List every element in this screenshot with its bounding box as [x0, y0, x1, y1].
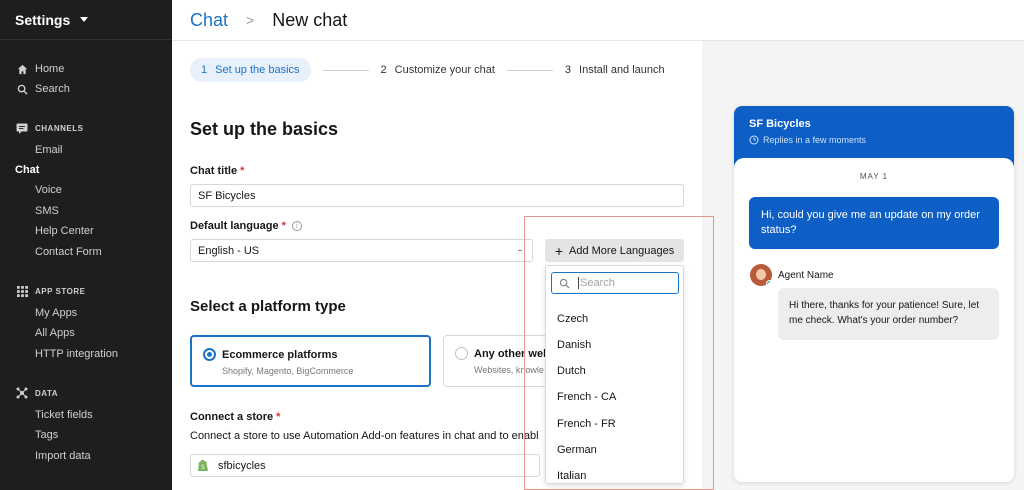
select-caret-icon: [518, 250, 522, 251]
breadcrumb-chat-link[interactable]: Chat: [190, 10, 228, 31]
agent-avatar: [750, 264, 772, 286]
data-section-title: DATA: [16, 385, 58, 401]
step-2[interactable]: 2 Customize your chat: [381, 58, 495, 82]
data-nodes-icon: [16, 387, 28, 399]
chat-widget-preview: SF Bicycles Replies in a few moments MAY…: [734, 106, 1014, 482]
highlight-annotation: [524, 216, 714, 490]
search-icon: [16, 83, 28, 95]
chevron-right-icon: >: [246, 12, 255, 28]
platform-card-ecommerce[interactable]: Ecommerce platforms Shopify, Magento, Bi…: [190, 335, 431, 387]
required-mark: *: [276, 411, 281, 423]
sidebar-item-contact-form[interactable]: Contact Form: [35, 243, 102, 261]
sidebar-item-help-center[interactable]: Help Center: [35, 222, 94, 240]
info-icon[interactable]: i: [291, 221, 302, 231]
sidebar-item-home[interactable]: Home: [16, 60, 64, 78]
connect-store-help: Connect a store to use Automation Add-on…: [190, 430, 538, 442]
page-header: Chat > New chat: [172, 0, 1024, 41]
step-3[interactable]: 3 Install and launch: [565, 58, 665, 82]
store-select[interactable]: S sfbicycles: [190, 454, 540, 477]
default-language-label: Default language * i: [190, 220, 302, 232]
sidebar-item-label: Search: [35, 83, 70, 95]
message-date: MAY 1: [859, 172, 889, 181]
sidebar-item-http-integration[interactable]: HTTP integration: [35, 345, 118, 363]
caret-down-icon: [80, 17, 89, 22]
step-1[interactable]: 1 Set up the basics: [190, 58, 311, 82]
sidebar-item-email[interactable]: Email: [35, 141, 63, 159]
chat-bubble-icon: [16, 122, 28, 134]
agent-name: Agent Name: [778, 270, 834, 281]
section-heading: Set up the basics: [190, 119, 339, 139]
sidebar-item-search[interactable]: Search: [16, 80, 70, 98]
sidebar-item-ticket-fields[interactable]: Ticket fields: [35, 406, 93, 424]
page-title: New chat: [272, 9, 348, 30]
avatar-face: [756, 269, 766, 280]
sidebar-item-sms[interactable]: SMS: [35, 202, 59, 220]
sidebar-item-chat[interactable]: Chat: [15, 161, 39, 179]
chat-widget-body: MAY 1 Hi, could you give me an update on…: [734, 158, 1014, 482]
customer-message: Hi, could you give me an update on my or…: [749, 197, 999, 249]
grid-icon: [16, 285, 28, 297]
sidebar-item-import-data[interactable]: Import data: [35, 447, 91, 465]
online-status-dot: [766, 280, 772, 286]
step-divider: [322, 69, 369, 71]
sidebar-item-all-apps[interactable]: All Apps: [35, 324, 75, 342]
default-language-select[interactable]: English - US: [190, 239, 533, 262]
settings-title: Settings: [15, 11, 71, 28]
sidebar-item-label: Home: [35, 63, 65, 75]
appstore-section-title: APP STORE: [16, 283, 85, 299]
sidebar-item-my-apps[interactable]: My Apps: [35, 304, 77, 322]
sidebar: Settings Home Search CHANNELS Email Chat…: [0, 0, 172, 490]
settings-menu-button[interactable]: Settings: [0, 0, 172, 40]
channels-section-title: CHANNELS: [16, 120, 83, 136]
chat-widget-subtitle: Replies in a few moments: [749, 135, 866, 145]
required-mark: *: [281, 220, 286, 232]
svg-text:S: S: [201, 464, 205, 471]
clock-icon: [749, 135, 759, 145]
radio-selected[interactable]: [203, 348, 216, 361]
radio-unselected[interactable]: [455, 347, 468, 360]
chat-widget-title: SF Bicycles: [749, 118, 811, 130]
sidebar-item-tags[interactable]: Tags: [35, 426, 58, 444]
step-divider: [506, 69, 553, 71]
home-icon: [16, 63, 28, 75]
stepper: 1 Set up the basics 2 Customize your cha…: [190, 58, 665, 82]
required-mark: *: [240, 165, 245, 177]
shopify-icon: S: [197, 459, 209, 472]
sidebar-item-voice[interactable]: Voice: [35, 181, 62, 199]
chat-title-label: Chat title *: [190, 165, 245, 177]
chat-title-input[interactable]: SF Bicycles: [190, 184, 684, 207]
connect-store-label: Connect a store *: [190, 411, 281, 423]
platform-heading: Select a platform type: [190, 298, 346, 315]
agent-message: Hi there, thanks for your patience! Sure…: [778, 288, 999, 340]
